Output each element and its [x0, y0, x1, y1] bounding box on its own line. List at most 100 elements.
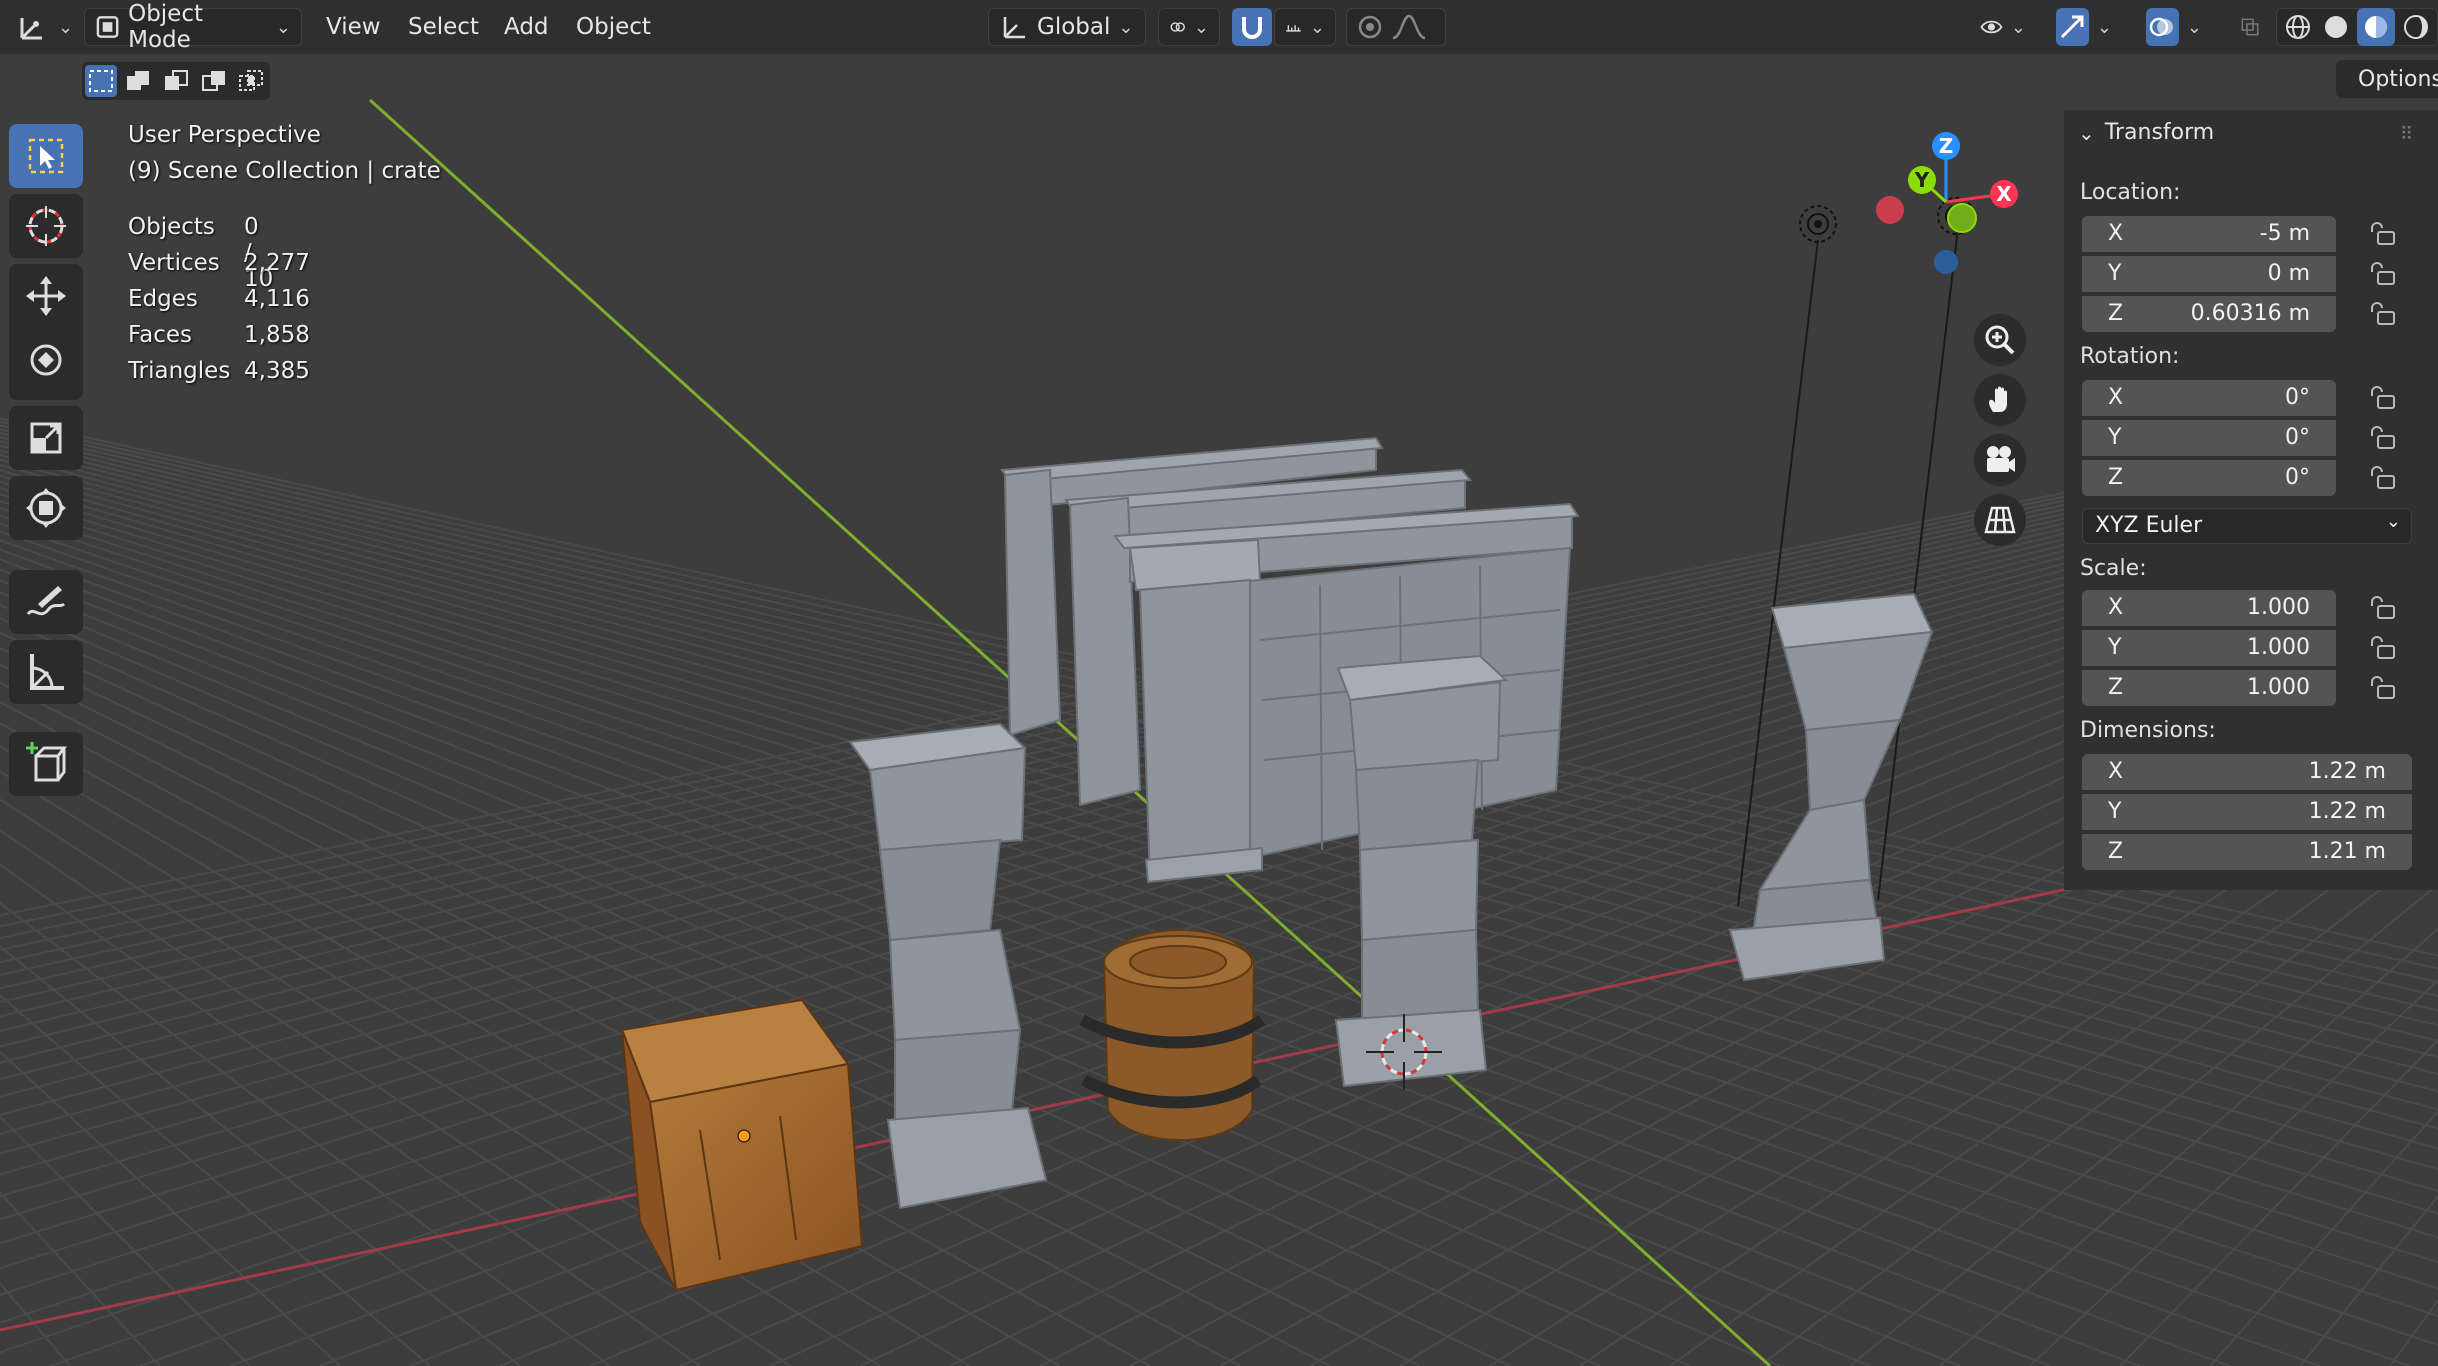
transform-title: Transform	[2104, 120, 2215, 145]
chevron-down-icon: ⌄	[58, 16, 74, 38]
axis-label: X	[2108, 595, 2124, 620]
pivot-point-dropdown[interactable]: ⌄	[1158, 8, 1220, 46]
axis-label: Y	[2108, 261, 2122, 286]
gizmo-neg-x[interactable]	[1876, 196, 1904, 224]
mode-dropdown[interactable]: Object Mode ⌄	[84, 1, 302, 53]
zoom-icon	[1985, 325, 2015, 355]
tool-select-box[interactable]	[9, 124, 83, 188]
select-extend-icon[interactable]	[123, 65, 155, 97]
tool-rotate[interactable]	[9, 328, 83, 392]
scale-y-field[interactable]: Y 1.000	[2082, 630, 2336, 666]
unlock-icon[interactable]	[2368, 466, 2398, 490]
stat-triangles-label: Triangles	[128, 358, 231, 384]
unlock-icon[interactable]	[2368, 426, 2398, 450]
solid-shading-icon[interactable]	[2319, 10, 2353, 44]
wall-front-pillar[interactable]	[1128, 538, 1263, 884]
chevron-down-icon: ⌄	[2186, 16, 2202, 38]
object-mode-icon	[96, 16, 119, 38]
location-z-value: 0.60316 m	[2190, 301, 2310, 326]
rotation-mode-dropdown[interactable]: XYZ Euler ⌄	[2082, 508, 2412, 544]
stat-edges-value: 4,116	[244, 286, 310, 312]
select-intersect-icon[interactable]	[235, 65, 267, 97]
wireframe-shading-icon[interactable]	[2281, 10, 2315, 44]
navigation-gizmo[interactable]: Z X Y	[1860, 126, 2020, 286]
camera-view-button[interactable]	[1974, 434, 2026, 486]
transform-panel: ⌄ Transform ⠿ Location: X -5 m Y 0 m Z 0.60…	[2064, 110, 2438, 890]
axis-label: X	[2108, 759, 2124, 784]
rotation-mode-label: XYZ Euler	[2095, 513, 2203, 538]
tool-measure[interactable]	[9, 640, 83, 704]
scale-z-field[interactable]: Z 1.000	[2082, 670, 2336, 706]
select-subtract-icon[interactable]	[160, 65, 192, 97]
rotation-z-field[interactable]: Z 0°	[2082, 460, 2336, 496]
location-y-field[interactable]: Y 0 m	[2082, 256, 2336, 292]
material-shading-icon[interactable]	[2357, 8, 2395, 46]
tool-transform[interactable]	[9, 476, 83, 540]
select-mode-buttons	[82, 62, 270, 100]
scale-x-field[interactable]: X 1.000	[2082, 590, 2336, 626]
unlock-icon[interactable]	[2368, 596, 2398, 620]
dimensions-y-field[interactable]: Y 1.22 m	[2082, 794, 2412, 830]
unlock-icon[interactable]	[2368, 386, 2398, 410]
rotation-x-field[interactable]: X 0°	[2082, 380, 2336, 416]
menu-select[interactable]: Select	[398, 8, 489, 46]
location-z-field[interactable]: Z 0.60316 m	[2082, 296, 2336, 332]
ortho-toggle-button[interactable]	[1974, 494, 2026, 546]
cursor-icon	[26, 206, 66, 246]
menu-add-label: Add	[504, 14, 549, 40]
menu-view[interactable]: View	[316, 8, 391, 46]
proportional-editing[interactable]	[1346, 8, 1446, 46]
options-button[interactable]: Options	[2336, 60, 2438, 98]
pivot-icon	[1170, 22, 1185, 32]
unlock-icon[interactable]	[2368, 302, 2398, 326]
menu-object[interactable]: Object	[566, 8, 661, 46]
gizmo-x-label: X	[1996, 182, 2012, 206]
menu-add[interactable]: Add	[494, 8, 559, 46]
xray-toggle[interactable]	[2230, 8, 2270, 46]
axis-label: X	[2108, 385, 2124, 410]
location-x-value: -5 m	[2259, 221, 2310, 246]
dimensions-z-field[interactable]: Z 1.21 m	[2082, 834, 2412, 870]
barrel[interactable]	[1079, 929, 1266, 1141]
pan-button[interactable]	[1974, 374, 2026, 426]
dimensions-x-field[interactable]: X 1.22 m	[2082, 754, 2412, 790]
editor-type-button[interactable]: ⌄	[6, 8, 83, 46]
visibility-dropdown[interactable]: ⌄	[1970, 8, 2036, 46]
move-icon	[26, 276, 66, 316]
snap-target-dropdown[interactable]: ⌄	[1274, 8, 1336, 46]
unlock-icon[interactable]	[2368, 636, 2398, 660]
location-x-field[interactable]: X -5 m	[2082, 216, 2336, 252]
tool-move[interactable]	[9, 264, 83, 328]
menu-object-label: Object	[576, 14, 651, 40]
snap-toggle[interactable]	[1232, 8, 1272, 46]
tool-add-cube[interactable]	[9, 732, 83, 796]
transform-orientation-dropdown[interactable]: Global ⌄	[988, 8, 1146, 46]
overlays-icon	[2146, 8, 2179, 46]
chevron-down-icon: ⌄	[1309, 16, 1325, 38]
scale-y-value: 1.000	[2247, 635, 2310, 660]
zoom-button[interactable]	[1974, 314, 2026, 366]
transform-panel-header[interactable]: ⌄ Transform	[2078, 120, 2214, 145]
unlock-icon[interactable]	[2368, 676, 2398, 700]
gizmo-toggle[interactable]: ⌄	[2046, 8, 2122, 46]
rotation-y-field[interactable]: Y 0°	[2082, 420, 2336, 456]
gizmo-neg-y[interactable]	[1947, 203, 1977, 233]
tool-scale[interactable]	[9, 406, 83, 470]
drag-handle-icon[interactable]: ⠿	[2400, 124, 2414, 145]
unlock-icon[interactable]	[2368, 262, 2398, 286]
gizmo-y-label: Y	[1914, 168, 1930, 192]
3d-viewport[interactable]: Options User Perspective (9) Scene Colle…	[0, 54, 2438, 1366]
overlays-toggle[interactable]: ⌄	[2136, 8, 2212, 46]
stat-faces-label: Faces	[128, 322, 192, 348]
crate[interactable]	[620, 998, 864, 1292]
snap-increment-icon	[1286, 25, 1301, 32]
magnet-icon	[1242, 17, 1262, 39]
tool-annotate[interactable]	[9, 570, 83, 634]
rendered-shading-icon[interactable]	[2399, 10, 2433, 44]
tool-cursor[interactable]	[9, 194, 83, 258]
select-invert-icon[interactable]	[198, 65, 230, 97]
proportional-edit-icon	[1358, 15, 1382, 39]
select-new-icon[interactable]	[85, 65, 117, 97]
unlock-icon[interactable]	[2368, 222, 2398, 246]
gizmo-neg-z[interactable]	[1934, 250, 1958, 274]
